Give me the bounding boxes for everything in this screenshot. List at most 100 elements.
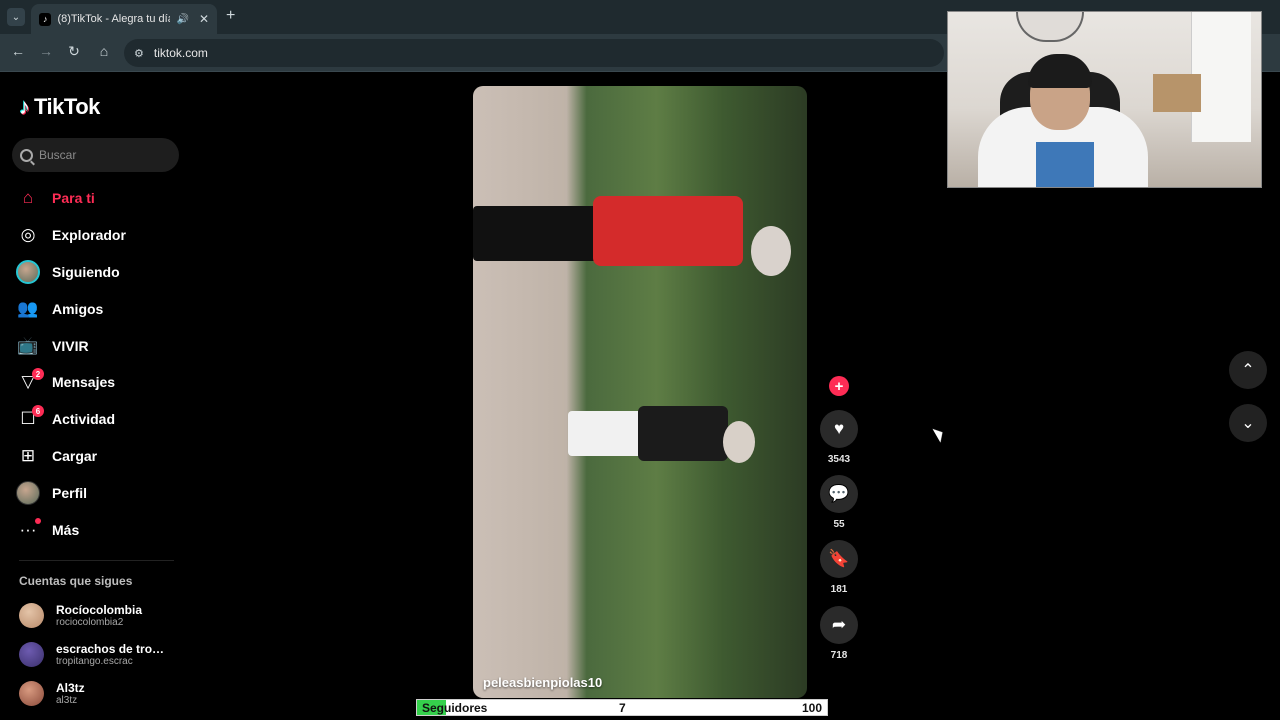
next-video-chevron-down-icon[interactable]: ⌄ [1229, 404, 1267, 442]
home-browser-icon[interactable]: ⌂ [94, 43, 114, 59]
save-count: 181 [830, 584, 848, 595]
nav-label: Perfil [52, 484, 88, 501]
compass-icon: ◎ [20, 225, 36, 245]
following-avatar-icon [16, 259, 40, 284]
nav-item-mensajes[interactable]: ▽ 2 Mensajes [16, 364, 186, 401]
following-list: Rocíocolombia rociocolombia2 escrachos de… [19, 596, 184, 713]
profile-avatar-icon [16, 480, 40, 505]
like-action[interactable]: ♥ 3543 [819, 410, 859, 465]
video-scene-shape [751, 226, 791, 276]
site-info-icon[interactable]: ⚙ [134, 47, 144, 60]
following-account-rociocolombia[interactable]: Rocíocolombia rociocolombia2 [19, 596, 184, 635]
tab-search-menu-icon[interactable]: ⌄ [7, 8, 25, 26]
follower-goal-bar: Seguidores 7 100 [416, 699, 828, 716]
sidebar: ♪ TikTok ⌂ Para ti ◎ Explorador Siguiend… [0, 72, 190, 720]
logo-text: TikTok [34, 94, 100, 119]
activity-icon: ☐ 6 [16, 405, 44, 431]
share-action[interactable]: ➦ 718 [819, 606, 859, 661]
account-name: Rocíocolombia [56, 603, 143, 617]
avatar [19, 642, 44, 667]
video-player[interactable]: peleasbienpiolas10 [473, 86, 807, 698]
home-icon: ⌂ [22, 188, 34, 208]
video-author-username[interactable]: peleasbienpiolas10 [483, 675, 602, 690]
webcam-scene-shape [1016, 12, 1084, 42]
follower-goal-label: Seguidores [422, 700, 488, 715]
account-handle: al3tz [56, 695, 78, 706]
nav-label: Cargar [52, 447, 98, 464]
webcam-scene-shape [1036, 142, 1094, 187]
webcam-scene-shape [1153, 74, 1201, 112]
nav-item-explorador[interactable]: ◎ Explorador [16, 217, 186, 254]
tab-close-icon[interactable]: ✕ [199, 12, 209, 26]
account-name: escrachos de tropit... [56, 642, 171, 656]
account-handle: tropitango.escrac [56, 656, 133, 667]
url-text: tiktok.com [153, 46, 208, 60]
nav-label: Mensajes [52, 374, 116, 391]
like-count: 3543 [827, 454, 851, 465]
nav-label: Actividad [52, 411, 116, 428]
follower-goal-target: 100 [801, 700, 822, 715]
nav-item-perfil[interactable]: Perfil [16, 474, 186, 511]
comment-action[interactable]: 💬 55 [819, 475, 859, 530]
video-scene-shape [568, 411, 643, 456]
nav-item-siguiendo[interactable]: Siguiendo [16, 254, 186, 291]
share-icon[interactable]: ➦ [820, 606, 858, 644]
following-account-al3tz[interactable]: Al3tz al3tz [19, 674, 184, 713]
webcam-overlay [947, 11, 1262, 188]
tiktok-logo[interactable]: ♪ TikTok [19, 94, 100, 120]
new-tab-icon[interactable]: + [226, 7, 235, 25]
nav-item-actividad[interactable]: ☐ 6 Actividad [16, 401, 186, 438]
avatar [19, 603, 44, 628]
address-bar[interactable]: ⚙ tiktok.com [124, 39, 944, 67]
mouse-cursor-icon [932, 425, 947, 443]
video-scene-shape [638, 406, 728, 461]
following-account-escrachos[interactable]: escrachos de tropit... tropitango.escrac [19, 635, 184, 674]
browser-tab[interactable]: ♪ (8)TikTok - Alegra tu día 🔊 ✕ [31, 4, 217, 34]
nav-item-vivir[interactable]: 📺 VIVIR [16, 327, 186, 364]
webcam-scene-shape [1028, 54, 1092, 88]
main-nav: ⌂ Para ti ◎ Explorador Siguiendo 👥 Amigo… [16, 180, 186, 548]
video-scene-shape [723, 421, 755, 463]
search-icon [20, 148, 33, 162]
save-action[interactable]: 🔖 181 [819, 540, 859, 595]
tiktok-favicon-icon: ♪ [39, 12, 52, 26]
share-count: 718 [830, 650, 848, 661]
reload-icon[interactable]: ↻ [64, 43, 84, 60]
nav-item-mas[interactable]: ··· Más [16, 511, 186, 548]
audio-playing-icon[interactable]: 🔊 [176, 14, 188, 25]
nav-label: Para ti [52, 190, 95, 207]
upload-icon: ⊞ [20, 445, 36, 465]
nav-label: Más [52, 521, 80, 538]
forward-icon[interactable]: → [36, 43, 56, 59]
account-handle: rociocolombia2 [56, 617, 124, 628]
friends-icon: 👥 [17, 298, 39, 318]
nav-label: VIVIR [52, 337, 89, 354]
nav-label: Siguiendo [52, 263, 120, 280]
nav-item-cargar[interactable]: ⊞ Cargar [16, 438, 186, 475]
video-scene-shape [473, 206, 598, 261]
nav-item-para-ti[interactable]: ⌂ Para ti [16, 180, 186, 217]
tab-title: (8)TikTok - Alegra tu día [57, 13, 171, 25]
search-input[interactable] [39, 148, 169, 162]
comment-count: 55 [833, 519, 845, 530]
previous-video-chevron-up-icon[interactable]: ⌃ [1229, 351, 1267, 389]
bookmark-icon[interactable]: 🔖 [820, 540, 858, 578]
messages-badge: 2 [32, 368, 44, 381]
tiktok-note-icon: ♪ [19, 94, 30, 119]
back-icon[interactable]: ← [8, 43, 28, 59]
account-name: Al3tz [56, 681, 85, 695]
activity-badge: 6 [32, 405, 44, 418]
live-tv-icon: 📺 [17, 335, 39, 355]
more-icon: ··· [16, 517, 41, 542]
messages-icon: ▽ 2 [16, 368, 44, 394]
heart-icon[interactable]: ♥ [820, 410, 858, 448]
nav-item-amigos[interactable]: 👥 Amigos [16, 290, 186, 327]
following-section-title: Cuentas que sigues [19, 574, 133, 588]
follower-goal-current: 7 [619, 700, 626, 715]
more-notification-dot [35, 517, 41, 524]
follow-plus-icon[interactable]: + [829, 376, 849, 396]
search-box[interactable] [12, 138, 179, 172]
video-scene-shape [593, 196, 743, 266]
nav-label: Amigos [52, 300, 104, 317]
comment-icon[interactable]: 💬 [820, 475, 858, 513]
